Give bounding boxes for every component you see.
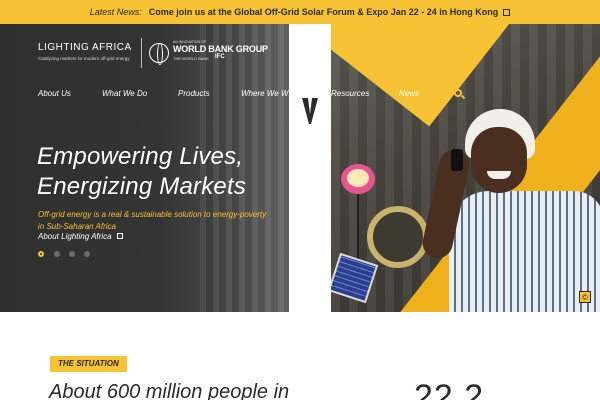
solar-light-device bbox=[367, 206, 429, 268]
slide-dot-3[interactable] bbox=[69, 251, 75, 257]
nav-item-products[interactable]: Products bbox=[178, 89, 210, 98]
hero-subcopy: Off-grid energy is a real & sustainable … bbox=[38, 210, 267, 231]
slide-dot-2[interactable] bbox=[54, 251, 60, 257]
external-link-icon[interactable] bbox=[503, 8, 511, 16]
logo-separator bbox=[141, 38, 142, 68]
news-bar[interactable]: Latest News: Come join us at the Global … bbox=[0, 0, 600, 24]
external-link-icon[interactable] bbox=[116, 233, 123, 239]
situation-heading: About 600 million people in bbox=[49, 381, 290, 400]
world-bank-group-logo[interactable]: AN INNOVATION OF WORLD BANK GROUP THE WO… bbox=[149, 40, 268, 66]
statistic-number: 22.2 bbox=[414, 378, 485, 400]
hero-headline: Empowering Lives, Energizing Markets bbox=[37, 143, 247, 200]
logo-wordmark: LIGHTING AFRICA bbox=[38, 42, 132, 53]
situation-badge: THE SITUATION bbox=[50, 356, 127, 372]
logo-tagline: Catalyzing markets for modern off-grid e… bbox=[38, 56, 130, 61]
hero-divider bbox=[289, 24, 331, 312]
news-text[interactable]: Come join us at the Global Off-Grid Sola… bbox=[149, 7, 499, 17]
slide-indicator bbox=[38, 251, 98, 259]
nav-item-about-us[interactable]: About Us bbox=[38, 89, 71, 98]
woman-on-phone bbox=[419, 109, 600, 312]
about-lighting-africa-link[interactable]: About Lighting Africa bbox=[38, 232, 123, 241]
globe-icon bbox=[149, 43, 169, 65]
nav-item-news[interactable]: News bbox=[399, 89, 419, 98]
chevron-down-icon[interactable] bbox=[301, 96, 319, 126]
nav-item-resources[interactable]: Resources bbox=[331, 89, 369, 98]
main-nav: About Us What We Do Products Where We W … bbox=[0, 89, 600, 101]
slide-dot-4[interactable] bbox=[84, 251, 90, 257]
slide-dot-1[interactable] bbox=[38, 251, 44, 257]
nav-item-where-we-work[interactable]: Where We W bbox=[241, 89, 288, 98]
search-icon[interactable] bbox=[454, 89, 466, 100]
copyright-icon[interactable]: © bbox=[579, 291, 591, 303]
hero-photo: © bbox=[331, 24, 600, 312]
nav-item-what-we-do[interactable]: What We Do bbox=[102, 89, 147, 98]
phone-icon bbox=[451, 149, 463, 171]
lighting-africa-logo[interactable]: LIGHTING AFRICA Catalyzing markets for m… bbox=[38, 42, 138, 66]
news-label: Latest News: bbox=[89, 7, 142, 17]
